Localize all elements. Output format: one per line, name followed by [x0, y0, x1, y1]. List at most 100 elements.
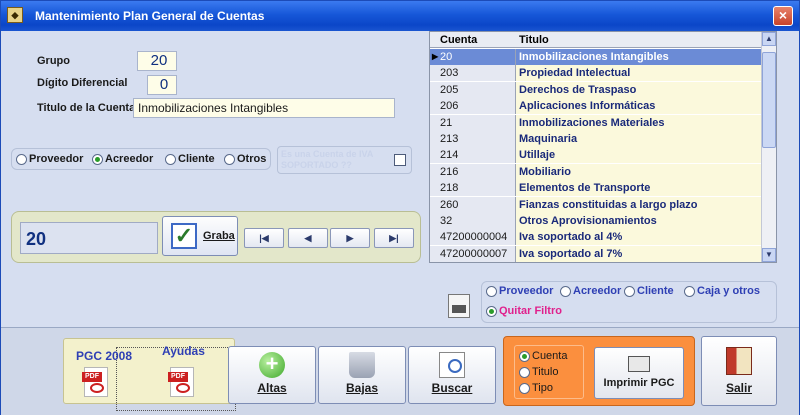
current-row-indicator-icon: ▶	[432, 52, 439, 61]
table-row[interactable]: 20 Inmobilizaciones Intangibles ▶	[430, 49, 762, 65]
altas-button[interactable]: + Altas	[228, 346, 316, 404]
ayudas-pdf-icon[interactable]: PDF	[168, 367, 194, 397]
acrobat-logo	[90, 383, 104, 393]
radio-label: Otros	[237, 153, 267, 165]
main-window: ◆ Mantenimiento Plan General de Cuentas …	[0, 0, 800, 415]
titulo-field[interactable]: Inmobilizaciones Intangibles	[133, 98, 395, 118]
table-row[interactable]: 214 Utillaje	[430, 147, 762, 164]
imprimir-pgc-button[interactable]: Imprimir PGC	[594, 347, 684, 399]
bajas-button[interactable]: Bajas	[318, 346, 406, 404]
scroll-up-icon[interactable]: ▲	[762, 32, 776, 46]
first-record-button[interactable]: |◀	[244, 228, 284, 248]
column-header-cuenta[interactable]: Cuenta	[440, 34, 477, 46]
cell-titulo: Mobiliario	[516, 163, 762, 180]
buscar-button[interactable]: Buscar	[408, 346, 496, 404]
table-row[interactable]: 218 Elementos de Transporte	[430, 180, 762, 197]
radio-dot	[92, 153, 103, 165]
current-record-value: 20	[20, 222, 158, 254]
radio-dot	[224, 153, 235, 165]
radio-dot	[486, 305, 497, 317]
iva-label: Es una Cuenta de IVA SOPORTADO ??	[281, 149, 374, 170]
cell-cuenta: 216	[430, 163, 516, 180]
column-header-titulo[interactable]: Titulo	[519, 34, 549, 46]
trash-icon	[349, 352, 375, 378]
filter-radio-group: Proveedor Acreedor Cliente Caja y otros …	[481, 281, 777, 323]
add-icon: +	[259, 352, 285, 378]
radio-acreedor[interactable]: Acreedor	[92, 153, 153, 165]
cell-titulo: Derechos de Traspaso	[516, 81, 762, 98]
prev-record-button[interactable]: ◀	[288, 228, 328, 248]
filter-print-icon[interactable]	[448, 294, 470, 318]
order-tipo[interactable]: Tipo	[519, 382, 553, 394]
altas-label: Altas	[257, 381, 287, 395]
cell-titulo: Elementos de Transporte	[516, 180, 762, 197]
radio-dot	[624, 285, 635, 297]
radio-otros[interactable]: Otros	[224, 153, 266, 165]
pdf-tag: PDF	[168, 372, 188, 382]
documents-panel: PGC 2008 Ayudas PDF PDF	[63, 338, 236, 411]
grupo-field[interactable]: 20	[137, 51, 177, 71]
exit-door-icon	[726, 347, 752, 375]
next-record-button[interactable]: ▶	[330, 228, 370, 248]
table-row[interactable]: 213 Maquinaria	[430, 131, 762, 147]
cell-titulo: Iva soportado al 4%	[516, 229, 762, 246]
table-row[interactable]: 260 Fianzas constituidas a largo plazo	[430, 196, 762, 213]
cell-cuenta: 260	[430, 196, 516, 213]
iva-checkbox[interactable]	[394, 154, 406, 166]
cell-titulo: Aplicaciones Informáticas	[516, 98, 762, 115]
radio-label: Acreedor	[573, 285, 622, 297]
radio-label: Titulo	[532, 366, 559, 378]
cell-cuenta: 205	[430, 81, 516, 98]
filter-proveedor[interactable]: Proveedor	[486, 285, 553, 297]
filter-cliente[interactable]: Cliente	[624, 285, 674, 297]
radio-label: Tipo	[532, 382, 553, 394]
order-titulo[interactable]: Titulo	[519, 366, 559, 378]
table-row[interactable]: 47200000004 Iva soportado al 4%	[430, 229, 762, 246]
radio-label: Cuenta	[532, 350, 568, 362]
pgc-2008-label: PGC 2008	[76, 349, 133, 363]
pdf-tag: PDF	[82, 372, 102, 382]
ayudas-label: Ayudas	[162, 344, 205, 358]
filter-caja-otros[interactable]: Caja y otros	[684, 285, 760, 297]
radio-dot	[16, 153, 27, 165]
table-row[interactable]: 203 Propiedad Intelectual	[430, 65, 762, 82]
radio-label: Proveedor	[499, 285, 554, 297]
table-row[interactable]: 205 Derechos de Traspaso	[430, 81, 762, 98]
scroll-thumb[interactable]	[762, 52, 776, 148]
radio-proveedor[interactable]: Proveedor	[16, 153, 83, 165]
table-row[interactable]: 47200000007 Iva soportado al 7%	[430, 245, 762, 262]
digito-field[interactable]: 0	[147, 75, 177, 95]
radio-cliente[interactable]: Cliente	[165, 153, 215, 165]
search-icon	[439, 352, 465, 378]
radio-label: Cliente	[178, 153, 215, 165]
radio-label: Proveedor	[29, 153, 84, 165]
cell-titulo: Otros Aprovisionamientos	[516, 213, 762, 229]
grid-scrollbar[interactable]: ▲ ▼	[761, 32, 776, 262]
grupo-label: Grupo	[37, 55, 70, 67]
title-bar: ◆ Mantenimiento Plan General de Cuentas …	[1, 1, 799, 31]
table-row[interactable]: 206 Aplicaciones Informáticas	[430, 98, 762, 115]
scroll-down-icon[interactable]: ▼	[762, 248, 776, 262]
cell-cuenta: 206	[430, 98, 516, 115]
close-button[interactable]: ×	[773, 6, 793, 26]
last-record-button[interactable]: ▶|	[374, 228, 414, 248]
cell-titulo: Propiedad Intelectual	[516, 65, 762, 82]
graba-button[interactable]: ✓ Graba	[162, 216, 238, 256]
navigator-panel: 20 ✓ Graba |◀ ◀ ▶ ▶|	[11, 211, 421, 263]
cell-cuenta: 218	[430, 180, 516, 197]
filter-acreedor[interactable]: Acreedor	[560, 285, 621, 297]
check-icon: ✓	[171, 223, 197, 249]
order-radio-group: Cuenta Titulo Tipo	[514, 345, 584, 399]
pgc-pdf-icon[interactable]: PDF	[82, 367, 108, 397]
table-row[interactable]: 21 Inmobilizaciones Materiales	[430, 114, 762, 131]
order-cuenta[interactable]: Cuenta	[519, 350, 567, 362]
cell-titulo: Inmobilizaciones Intangibles	[516, 49, 762, 65]
printer-icon	[628, 356, 650, 372]
table-row[interactable]: 216 Mobiliario	[430, 163, 762, 180]
cell-cuenta: 214	[430, 147, 516, 164]
salir-button[interactable]: Salir	[701, 336, 777, 406]
acrobat-logo	[176, 383, 190, 393]
radio-label: Acreedor	[105, 153, 154, 165]
table-row[interactable]: 32 Otros Aprovisionamientos	[430, 213, 762, 229]
filter-quitar[interactable]: Quitar Filtro	[486, 305, 562, 317]
